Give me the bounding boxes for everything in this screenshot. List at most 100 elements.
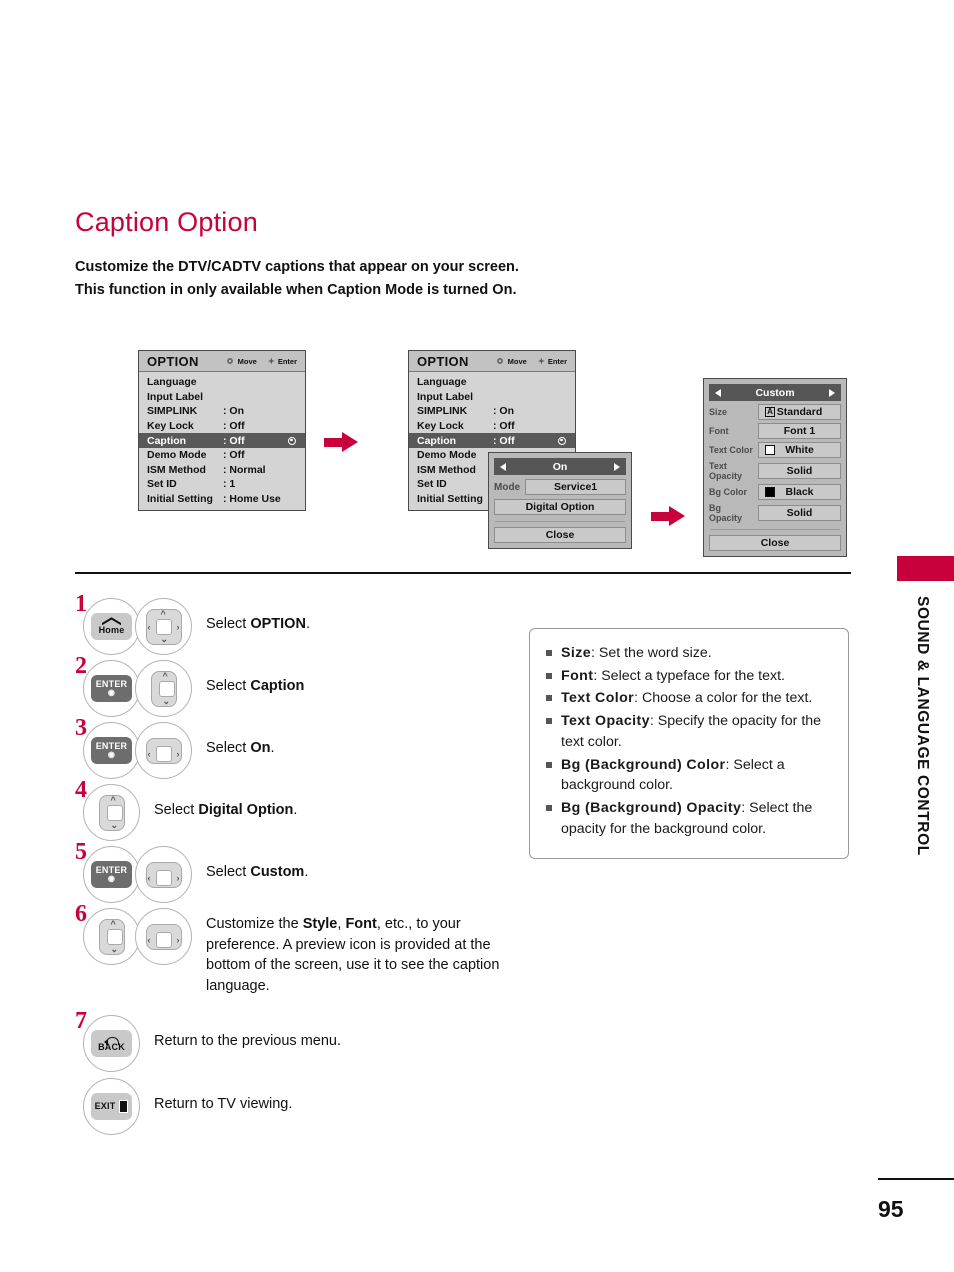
caption-submenu-knob-icon[interactable]	[288, 436, 296, 445]
custom-row-value[interactable]: Standard A	[758, 404, 841, 420]
osd-row-label: Demo Mode	[417, 449, 477, 462]
step-number: 5	[75, 839, 87, 865]
nav-left-arrow-icon[interactable]: ‹	[148, 873, 151, 883]
nav-up-arrow-icon[interactable]: ^	[161, 609, 166, 619]
osd-row-key-lock[interactable]: Key Lock: Off	[409, 419, 575, 434]
caption-submenu-knob-icon[interactable]	[558, 436, 566, 445]
flow-arrow-icon-1	[324, 432, 358, 452]
nav-pad-leftright[interactable]: ‹ ›	[145, 733, 182, 769]
info-item-desc: : Set the word size.	[591, 645, 712, 661]
nav-pad-updown[interactable]: ^ ⌄	[146, 670, 182, 707]
nav-pad-center[interactable]	[155, 931, 172, 948]
step-description: Select Digital Option.	[154, 802, 298, 818]
caption-mode-row: Mode Service1	[494, 479, 626, 495]
nav-pad-center[interactable]	[106, 804, 123, 821]
nav-down-arrow-icon[interactable]: ⌄	[161, 634, 169, 644]
nav-pad-leftright[interactable]: ‹ ›	[145, 857, 182, 893]
step-description: Select Caption	[206, 678, 305, 694]
nav-pad-4way[interactable]: ^ ⌄ ‹ ›	[145, 608, 182, 645]
custom-row-bg-color: Bg Color Black	[709, 484, 841, 500]
osd-row-caption[interactable]: Caption: Off	[409, 433, 575, 448]
osd-row-input-label[interactable]: Input Label	[409, 390, 575, 405]
nav-pad-updown[interactable]: ^ ⌄	[94, 918, 130, 955]
nav-pad-center[interactable]	[158, 680, 175, 697]
osd-row-value: : Normal	[223, 463, 266, 476]
step-keys: ENTER ◉ ^ ⌄	[83, 660, 192, 717]
nav-up-arrow-icon[interactable]: ^	[163, 671, 168, 681]
key-circle: ^ ⌄	[83, 784, 140, 841]
nav-up-arrow-icon[interactable]: ^	[111, 919, 116, 929]
caption-popup-close-button[interactable]: Close	[494, 527, 626, 543]
custom-row-text-opacity: Text Opacity Solid	[709, 461, 841, 481]
step-keys: ^ ⌄	[83, 784, 140, 841]
caption-mode-value[interactable]: Service1	[525, 479, 626, 495]
nav-left-arrow-icon[interactable]: ‹	[148, 935, 151, 945]
custom-row-value[interactable]: Black	[758, 484, 841, 500]
nav-up-arrow-icon[interactable]: ^	[111, 795, 116, 805]
osd-row-demo-mode[interactable]: Demo Mode: Off	[139, 448, 305, 463]
osd-row-ism-method[interactable]: ISM Method: Normal	[139, 463, 305, 478]
osd-row-label: Input Label	[147, 390, 203, 403]
nav-pad-center[interactable]	[155, 618, 172, 635]
nav-right-arrow-icon[interactable]: ›	[177, 935, 180, 945]
enter-button[interactable]: ENTER ◉	[91, 861, 132, 888]
nav-pad-center[interactable]	[106, 928, 123, 945]
nav-pad-center[interactable]	[155, 869, 172, 886]
osd-row-key-lock[interactable]: Key Lock: Off	[139, 419, 305, 434]
osd-row-caption[interactable]: Caption: Off	[139, 433, 305, 448]
side-tab-label: SOUND & LANGUAGE CONTROL	[914, 596, 931, 856]
osd-row-simplink[interactable]: SIMPLINK: On	[139, 404, 305, 419]
osd-row-input-label[interactable]: Input Label	[139, 390, 305, 405]
osd2-hints: Move Enter	[496, 357, 567, 366]
osd-row-language[interactable]: Language	[139, 375, 305, 390]
custom-row-label: Font	[709, 426, 729, 436]
custom-close-button[interactable]: Close	[709, 535, 841, 551]
osd2-hint-enter-label: Enter	[547, 356, 567, 366]
custom-row-list: Size Standard A Font Font 1 Text Color White Te…	[709, 404, 841, 523]
chevron-right-icon[interactable]	[829, 388, 835, 397]
nav-right-arrow-icon[interactable]: ›	[177, 873, 180, 883]
nav-right-arrow-icon[interactable]: ›	[177, 622, 180, 632]
nav-right-arrow-icon[interactable]: ›	[177, 749, 180, 759]
key-circle: ^ ⌄	[83, 908, 140, 965]
caption-state-selector[interactable]: On	[494, 458, 626, 475]
enter-button[interactable]: ENTER ◉	[91, 675, 132, 702]
custom-row-label: Text Opacity	[709, 461, 743, 481]
enter-button[interactable]: ENTER ◉	[91, 737, 132, 764]
step-description: Select On.	[206, 740, 275, 756]
custom-row-value[interactable]: Font 1	[758, 423, 841, 439]
osd-row-initial-setting[interactable]: Initial Setting: Home Use	[139, 492, 305, 507]
nav-down-arrow-icon[interactable]: ⌄	[163, 696, 171, 706]
nav-pad-leftright[interactable]: ‹ ›	[145, 919, 182, 955]
nav-left-arrow-icon[interactable]: ‹	[148, 622, 151, 632]
osd-row-simplink[interactable]: SIMPLINK: On	[409, 404, 575, 419]
custom-style-selector[interactable]: Custom	[709, 384, 841, 401]
custom-row-size: Size Standard A	[709, 404, 841, 420]
custom-row-value[interactable]: White	[758, 442, 841, 458]
nav-pad-updown[interactable]: ^ ⌄	[94, 794, 130, 831]
back-button[interactable]: BACK	[91, 1029, 132, 1057]
custom-row-value[interactable]: Solid	[758, 463, 841, 479]
osd-row-set-id[interactable]: Set ID: 1	[139, 477, 305, 492]
osd-row-language[interactable]: Language	[409, 375, 575, 390]
nav-down-arrow-icon[interactable]: ⌄	[111, 820, 119, 830]
black-color-swatch-icon	[765, 487, 775, 497]
osd-row-label: Key Lock	[417, 420, 464, 433]
chevron-right-icon[interactable]	[614, 462, 620, 471]
exit-button-content: EXIT	[95, 1099, 129, 1113]
step-description: Select OPTION.	[206, 616, 310, 632]
nav-left-arrow-icon[interactable]: ‹	[148, 749, 151, 759]
nav-pad-center[interactable]	[155, 745, 172, 762]
osd1-hint-move: Move	[226, 357, 257, 366]
digital-option-button[interactable]: Digital Option	[494, 499, 626, 515]
step-2: 2 ENTER ◉ ^ ⌄ Select Caption	[75, 654, 515, 717]
custom-row-value[interactable]: Solid	[758, 505, 841, 521]
enter-target-icon: ◉	[107, 873, 116, 883]
osd2-title: OPTION	[417, 353, 469, 369]
key-circle: Home	[83, 598, 140, 655]
nav-down-arrow-icon[interactable]: ⌄	[111, 944, 119, 954]
info-item-desc: : Select a typeface for the text.	[593, 667, 785, 684]
home-button[interactable]: Home	[91, 613, 132, 640]
osd-row-label: Caption	[147, 434, 187, 447]
exit-button[interactable]: EXIT	[91, 1092, 132, 1120]
